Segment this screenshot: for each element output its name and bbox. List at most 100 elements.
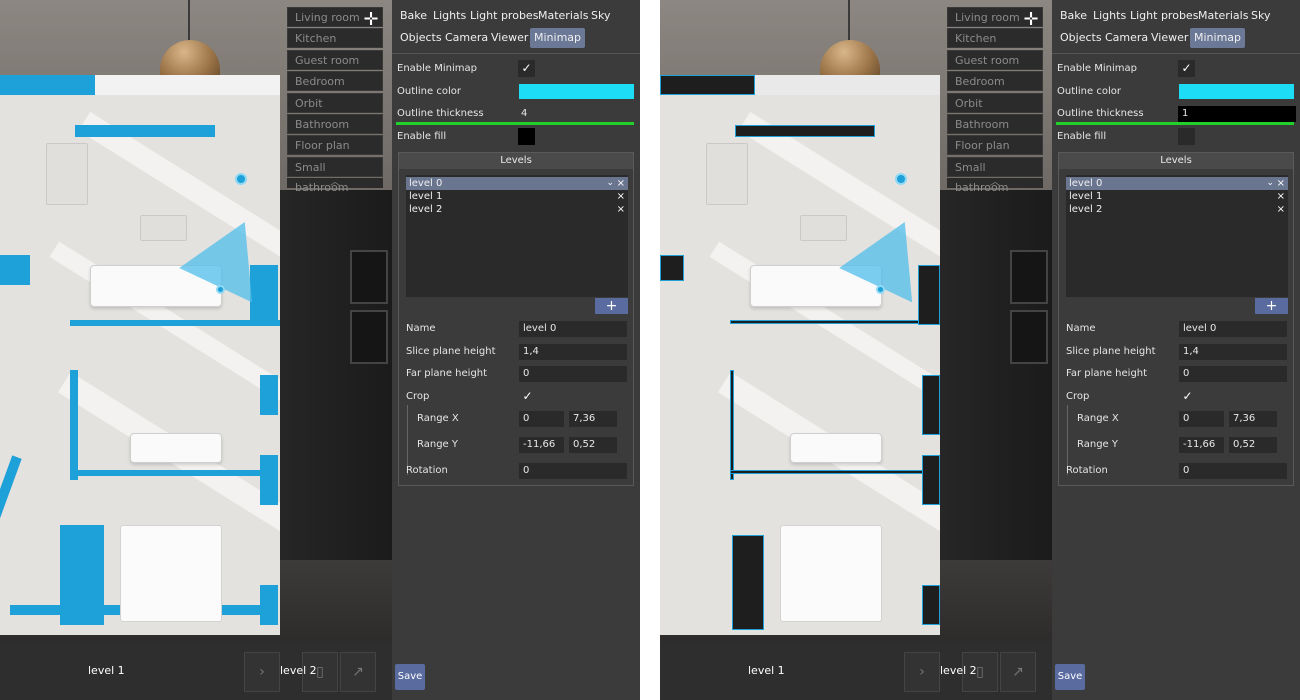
tab-objects[interactable]: Objects bbox=[396, 28, 446, 48]
rotation-input[interactable]: 0 bbox=[519, 463, 627, 479]
minimap[interactable] bbox=[0, 75, 280, 635]
outline-thickness-label: Outline thickness bbox=[1057, 108, 1144, 119]
tab-camera[interactable]: Camera bbox=[441, 28, 492, 48]
enable-minimap-checkbox[interactable]: ✓ bbox=[518, 60, 535, 77]
thickness-slider[interactable] bbox=[396, 122, 634, 125]
chevron-down-icon[interactable]: ⌄ bbox=[1266, 177, 1274, 190]
enable-minimap-checkbox[interactable]: ✓ bbox=[1178, 60, 1195, 77]
list-item[interactable]: level 0 ⌄ × bbox=[1066, 177, 1288, 190]
camera-item[interactable]: Floor plan bbox=[947, 135, 1043, 156]
enable-fill-checkbox[interactable] bbox=[1178, 128, 1195, 145]
outline-thickness-input[interactable]: 4 bbox=[517, 106, 635, 122]
close-icon[interactable]: × bbox=[1277, 177, 1285, 190]
camera-item[interactable]: Bedroom bbox=[947, 71, 1043, 92]
close-icon[interactable]: × bbox=[1277, 203, 1285, 216]
range-x-max-input[interactable]: 7,36 bbox=[1229, 411, 1277, 427]
range-y-min-input[interactable]: -11,66 bbox=[1179, 437, 1224, 453]
list-item[interactable]: level 0 ⌄ × bbox=[406, 177, 628, 190]
outline-thickness-input[interactable]: 1 bbox=[1178, 106, 1296, 122]
close-icon[interactable]: × bbox=[617, 177, 625, 190]
camera-item[interactable]: Bathroom bbox=[287, 113, 383, 134]
chevron-down-icon[interactable]: ⌄ bbox=[606, 177, 614, 190]
name-input[interactable]: level 0 bbox=[519, 321, 627, 337]
wall bbox=[922, 375, 940, 435]
enable-fill-checkbox[interactable] bbox=[518, 128, 535, 145]
close-icon[interactable]: × bbox=[617, 190, 625, 203]
tab-camera[interactable]: Camera bbox=[1101, 28, 1152, 48]
tab-lights[interactable]: Lights bbox=[1089, 6, 1130, 26]
tab-bake[interactable]: Bake bbox=[396, 6, 431, 26]
range-x-min-input[interactable]: 0 bbox=[1179, 411, 1224, 427]
outline-thickness-label: Outline thickness bbox=[397, 108, 484, 119]
name-input[interactable]: level 0 bbox=[1179, 321, 1287, 337]
save-button[interactable]: Save bbox=[1055, 664, 1085, 690]
camera-marker[interactable] bbox=[216, 285, 225, 294]
far-plane-input[interactable]: 0 bbox=[519, 366, 627, 382]
range-y-label: Range Y bbox=[1077, 439, 1118, 450]
editor-panel: Bake Lights Light probes Materials Sky O… bbox=[1052, 0, 1300, 700]
tab-materials[interactable]: Materials bbox=[534, 6, 592, 26]
rotation-input[interactable]: 0 bbox=[1179, 463, 1287, 479]
camera-item[interactable]: Bedroom bbox=[287, 71, 383, 92]
route-icon[interactable]: ↗ bbox=[340, 652, 376, 692]
route-icon[interactable]: ↗ bbox=[1000, 652, 1036, 692]
tab-viewer[interactable]: Viewer bbox=[1147, 28, 1192, 48]
range-x-max-input[interactable]: 7,36 bbox=[569, 411, 617, 427]
slice-plane-input[interactable]: 1,4 bbox=[519, 344, 627, 360]
camera-item[interactable]: Guest room bbox=[287, 49, 383, 70]
list-item[interactable]: level 2 × bbox=[406, 203, 628, 216]
tab-light-probes[interactable]: Light probes bbox=[1126, 6, 1202, 26]
chevron-right-icon[interactable]: › bbox=[904, 652, 940, 692]
camera-item[interactable]: Orbit bbox=[947, 92, 1043, 113]
minimap[interactable] bbox=[660, 75, 940, 635]
range-x-min-input[interactable]: 0 bbox=[519, 411, 564, 427]
tab-sky[interactable]: Sky bbox=[587, 6, 614, 26]
tab-lights[interactable]: Lights bbox=[429, 6, 470, 26]
far-plane-input[interactable]: 0 bbox=[1179, 366, 1287, 382]
level-2-label[interactable]: level 2 bbox=[280, 664, 317, 677]
add-level-button[interactable]: + bbox=[1255, 298, 1288, 314]
list-item[interactable]: level 2 × bbox=[1066, 203, 1288, 216]
add-level-button[interactable]: + bbox=[595, 298, 628, 314]
camera-item[interactable]: Floor plan bbox=[287, 135, 383, 156]
thickness-slider[interactable] bbox=[1056, 122, 1294, 125]
outline-color-swatch[interactable] bbox=[1179, 84, 1294, 99]
crop-checkbox[interactable]: ✓ bbox=[519, 388, 536, 405]
wall bbox=[730, 470, 925, 474]
level-1-label[interactable]: level 1 bbox=[88, 664, 125, 677]
camera-item[interactable]: Small bathroom bbox=[947, 156, 1043, 194]
tab-sky[interactable]: Sky bbox=[1247, 6, 1274, 26]
collapse-icon[interactable]: ✛ bbox=[1020, 9, 1042, 31]
camera-marker[interactable] bbox=[895, 173, 907, 185]
camera-item[interactable]: Orbit bbox=[287, 92, 383, 113]
tab-minimap[interactable]: Minimap bbox=[1190, 28, 1246, 48]
tab-viewer[interactable]: Viewer bbox=[487, 28, 532, 48]
camera-item[interactable]: Guest room bbox=[947, 49, 1043, 70]
camera-item[interactable]: Kitchen bbox=[947, 28, 1043, 49]
camera-marker[interactable] bbox=[235, 173, 247, 185]
collapse-icon[interactable]: ✛ bbox=[360, 9, 382, 31]
list-item[interactable]: level 1 × bbox=[406, 190, 628, 203]
range-y-min-input[interactable]: -11,66 bbox=[519, 437, 564, 453]
chevron-right-icon[interactable]: › bbox=[244, 652, 280, 692]
crop-checkbox[interactable]: ✓ bbox=[1179, 388, 1196, 405]
tab-minimap[interactable]: Minimap bbox=[530, 28, 586, 48]
camera-marker[interactable] bbox=[876, 285, 885, 294]
level-1-label[interactable]: level 1 bbox=[748, 664, 785, 677]
tab-light-probes[interactable]: Light probes bbox=[466, 6, 542, 26]
camera-item[interactable]: Kitchen bbox=[287, 28, 383, 49]
tab-objects[interactable]: Objects bbox=[1056, 28, 1106, 48]
range-y-max-input[interactable]: 0,52 bbox=[569, 437, 617, 453]
camera-item[interactable]: Bathroom bbox=[947, 113, 1043, 134]
range-y-max-input[interactable]: 0,52 bbox=[1229, 437, 1277, 453]
camera-item[interactable]: Small bathroom bbox=[287, 156, 383, 194]
slice-plane-input[interactable]: 1,4 bbox=[1179, 344, 1287, 360]
list-item[interactable]: level 1 × bbox=[1066, 190, 1288, 203]
level-2-label[interactable]: level 2 bbox=[940, 664, 977, 677]
save-button[interactable]: Save bbox=[395, 664, 425, 690]
tab-materials[interactable]: Materials bbox=[1194, 6, 1252, 26]
close-icon[interactable]: × bbox=[1277, 190, 1285, 203]
outline-color-swatch[interactable] bbox=[519, 84, 634, 99]
tab-bake[interactable]: Bake bbox=[1056, 6, 1091, 26]
close-icon[interactable]: × bbox=[617, 203, 625, 216]
